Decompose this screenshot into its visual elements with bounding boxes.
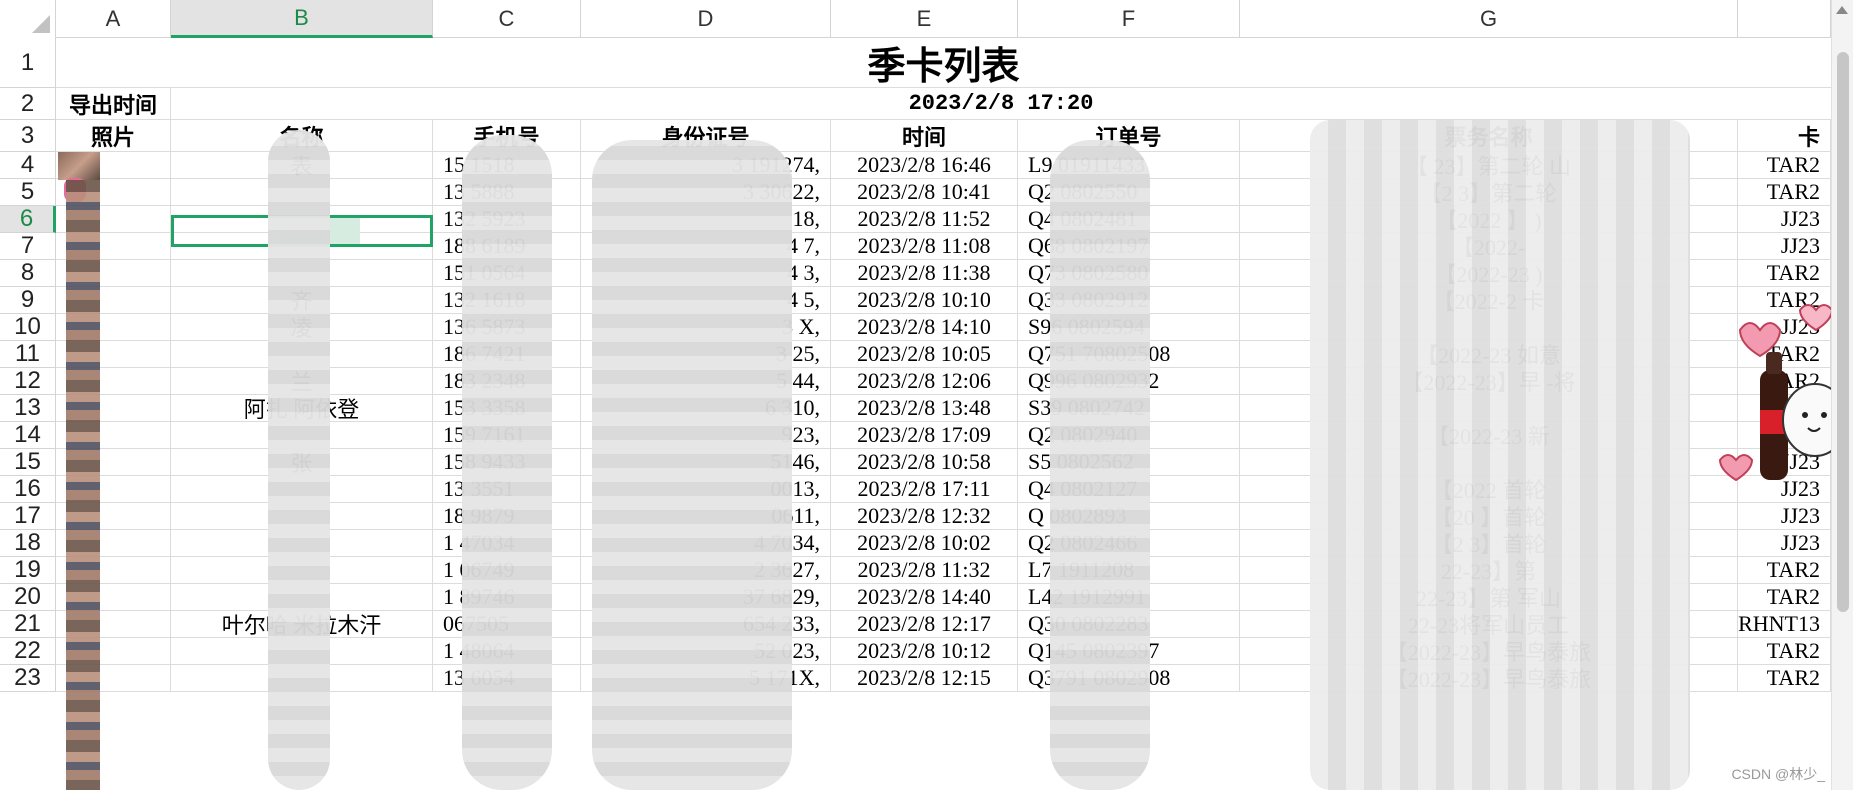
select-all-icon [32,15,50,33]
cell-card[interactable]: TAR2 [1738,260,1831,287]
header-photo[interactable]: 照片 [56,120,171,152]
privacy-blur [592,140,792,790]
column-header-bar: A B C D E F G [0,0,1853,38]
row-header[interactable]: 12 [0,367,56,395]
header-time[interactable]: 时间 [831,120,1018,152]
row-header[interactable]: 2 [0,88,56,120]
column-header-g[interactable]: G [1240,0,1738,38]
privacy-blur [462,135,552,790]
cell-time[interactable]: 2023/2/8 14:40 [831,584,1018,611]
cell-time[interactable]: 2023/2/8 14:10 [831,314,1018,341]
row-header[interactable]: 20 [0,583,56,611]
scrollbar-thumb[interactable] [1837,52,1849,612]
row-header[interactable]: 7 [0,232,56,260]
cell-card[interactable]: JJ23 [1738,233,1831,260]
cell-time[interactable]: 2023/2/8 10:10 [831,287,1018,314]
row-header[interactable]: 19 [0,556,56,584]
cell-card[interactable]: JJ23 [1738,206,1831,233]
sheet-title[interactable]: 季卡列表 [56,38,1831,88]
row-header[interactable]: 9 [0,286,56,314]
select-all-corner[interactable] [0,0,56,38]
cell-time[interactable]: 2023/2/8 16:46 [831,152,1018,179]
cell-time[interactable]: 2023/2/8 17:11 [831,476,1018,503]
row-header[interactable]: 18 [0,529,56,557]
cell-time[interactable]: 2023/2/8 11:38 [831,260,1018,287]
cell-card[interactable]: TAR2 [1738,584,1831,611]
vertical-scrollbar[interactable] [1831,0,1853,790]
row-header[interactable]: 13 [0,394,56,422]
cell-time[interactable]: 2023/2/8 12:32 [831,503,1018,530]
cell-card[interactable]: TAR2 [1738,152,1831,179]
cell-time[interactable]: 2023/2/8 13:48 [831,395,1018,422]
cell-time[interactable]: 2023/2/8 11:32 [831,557,1018,584]
row-header[interactable]: 10 [0,313,56,341]
cell-card[interactable]: TAR2 [1738,557,1831,584]
row-header[interactable]: 11 [0,340,56,368]
column-header-b[interactable]: B [171,0,433,38]
cell-time[interactable]: 2023/2/8 11:52 [831,206,1018,233]
cell-card[interactable]: YRHNT13 [1738,611,1831,638]
photo-thumbnail[interactable] [58,152,100,180]
column-header-e[interactable]: E [831,0,1018,38]
cell-card[interactable]: JJ23 [1738,503,1831,530]
column-header-a[interactable]: A [56,0,171,38]
photo-thumbnail-strip[interactable] [66,180,100,790]
row-header[interactable]: 22 [0,637,56,665]
row-header[interactable]: 14 [0,421,56,449]
cell-time[interactable]: 2023/2/8 11:08 [831,233,1018,260]
column-header-f[interactable]: F [1018,0,1240,38]
cell-time[interactable]: 2023/2/8 10:02 [831,530,1018,557]
privacy-blur [268,130,330,790]
export-time-value[interactable]: 2023/2/8 17:20 [171,88,1831,120]
cell-time[interactable]: 2023/2/8 17:09 [831,422,1018,449]
cell-time[interactable]: 2023/2/8 10:05 [831,341,1018,368]
cell-time[interactable]: 2023/2/8 12:17 [831,611,1018,638]
row-header[interactable]: 17 [0,502,56,530]
column-header-d[interactable]: D [581,0,831,38]
cell-time[interactable]: 2023/2/8 10:12 [831,638,1018,665]
row-header[interactable]: 16 [0,475,56,503]
cell-card[interactable]: TAR2 [1738,638,1831,665]
row-header[interactable]: 1 [0,38,56,88]
privacy-blur [1050,140,1150,790]
cell-card[interactable]: TAR2 [1738,665,1831,692]
row-header[interactable]: 15 [0,448,56,476]
cola-sticker-image [1718,304,1848,482]
export-time-label[interactable]: 导出时间 [56,88,171,120]
cell-time[interactable]: 2023/2/8 10:58 [831,449,1018,476]
cell-card[interactable]: JJ23 [1738,530,1831,557]
privacy-blur [1310,120,1690,790]
header-card[interactable]: 卡 [1738,120,1831,152]
cell-time[interactable]: 2023/2/8 10:41 [831,179,1018,206]
row-header[interactable]: 3 [0,120,56,152]
row-header[interactable]: 4 [0,151,56,179]
row-header[interactable]: 5 [0,178,56,206]
cell-card[interactable]: TAR2 [1738,179,1831,206]
watermark-text: CSDN @林少_ [1731,766,1825,782]
row-header[interactable]: 6 [0,205,56,233]
scroll-up-icon[interactable] [1836,6,1848,14]
cell-time[interactable]: 2023/2/8 12:15 [831,665,1018,692]
column-header-h[interactable] [1738,0,1831,38]
cell-time[interactable]: 2023/2/8 12:06 [831,368,1018,395]
row-header[interactable]: 8 [0,259,56,287]
row-header[interactable]: 21 [0,610,56,638]
row-header[interactable]: 23 [0,664,56,692]
column-header-c[interactable]: C [433,0,581,38]
spreadsheet-grid[interactable]: A B C D E F G 1 2 3 4 5 6 7 8 9 10 11 12 13 14 15 16… [0,0,1853,790]
